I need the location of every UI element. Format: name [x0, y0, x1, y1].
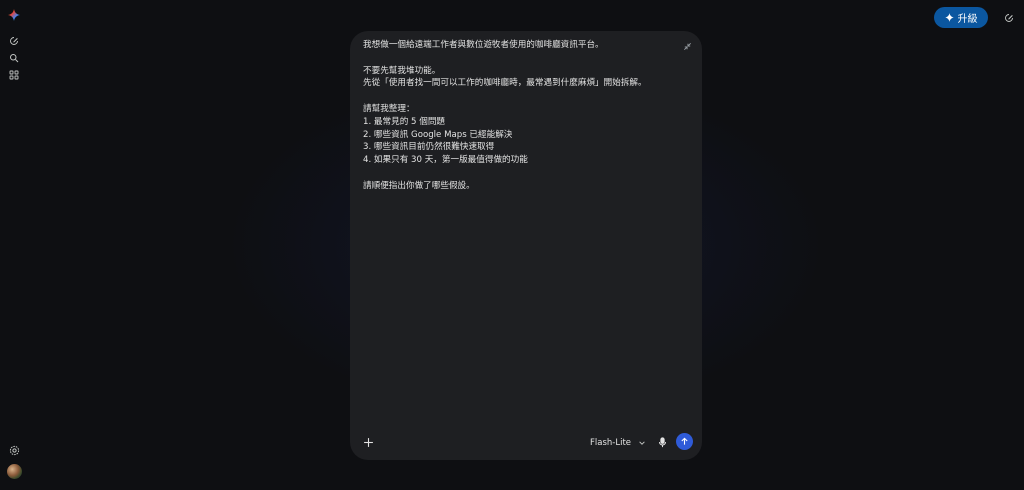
model-label: Flash-Lite	[590, 438, 632, 448]
new-chat-icon[interactable]	[6, 33, 22, 49]
gemini-logo-icon[interactable]	[6, 7, 22, 23]
collapse-icon[interactable]	[681, 40, 693, 52]
settings-icon[interactable]	[6, 442, 22, 458]
sidebar-rail	[0, 0, 28, 490]
microphone-icon[interactable]	[656, 435, 668, 449]
app-window: 升級 我想做一個給遠端工作者與數位遊牧者使用的咖啡廳資訊平台。 不要先幫我堆功能…	[0, 0, 1024, 490]
search-icon[interactable]	[6, 50, 22, 66]
model-selector[interactable]: Flash-Lite	[590, 436, 646, 450]
add-attachment-icon[interactable]	[361, 435, 375, 449]
avatar[interactable]	[7, 464, 22, 479]
prompt-text-input[interactable]: 我想做一個給遠端工作者與數位遊牧者使用的咖啡廳資訊平台。 不要先幫我堆功能。 先…	[363, 39, 673, 193]
apps-icon[interactable]	[6, 67, 22, 83]
upgrade-button[interactable]: 升級	[934, 7, 988, 28]
send-button[interactable]	[676, 433, 693, 450]
chevron-down-icon	[638, 439, 646, 447]
arrow-up-icon	[680, 437, 689, 446]
sparkle-icon	[944, 13, 954, 22]
upgrade-label: 升級	[957, 14, 978, 25]
prompt-composer-card[interactable]: 我想做一個給遠端工作者與數位遊牧者使用的咖啡廳資訊平台。 不要先幫我堆功能。 先…	[350, 31, 702, 460]
new-chat-icon[interactable]	[1001, 10, 1016, 25]
